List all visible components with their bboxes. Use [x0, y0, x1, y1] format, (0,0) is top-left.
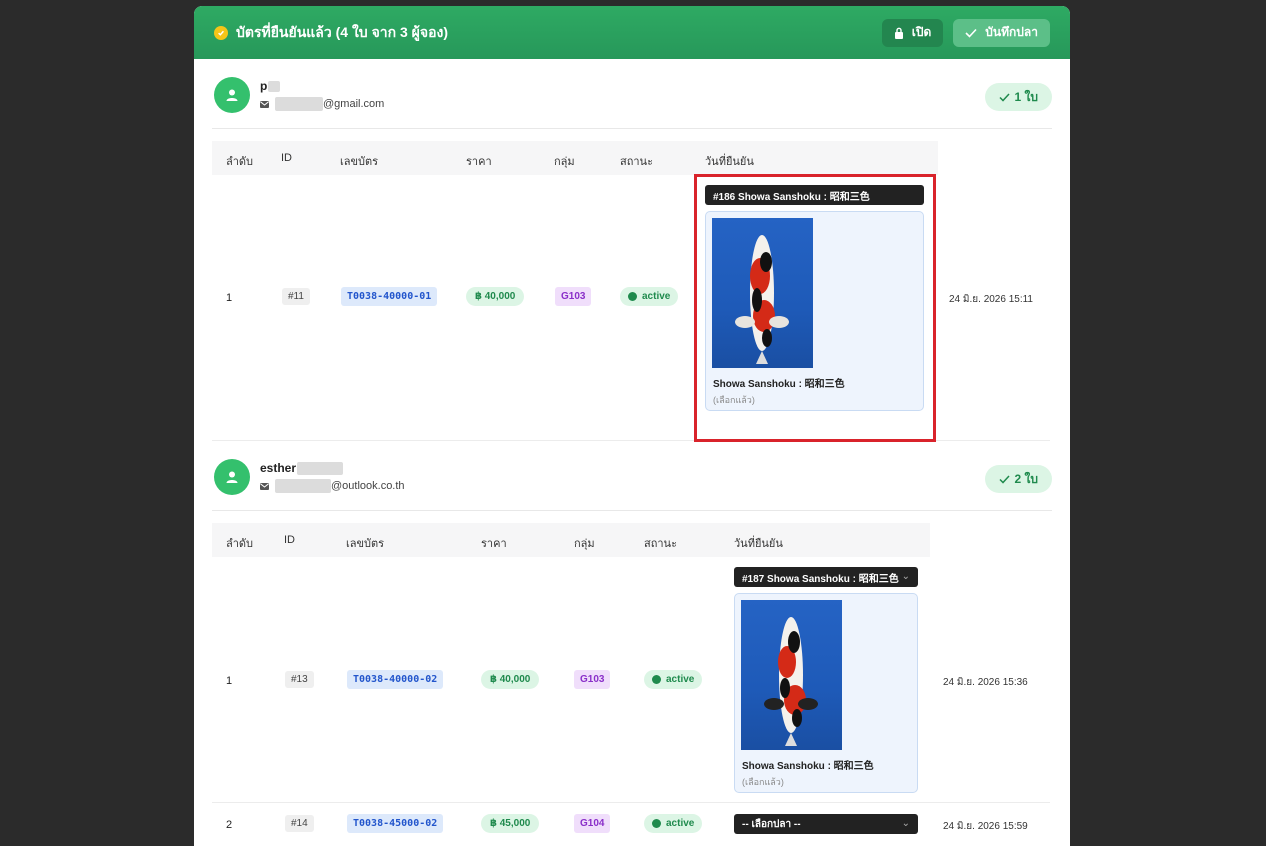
ticket-id: #14 — [285, 815, 314, 832]
fish-select[interactable]: #187 Showa Sanshoku : 昭和三色 ⌄ — [734, 567, 918, 587]
col-date: วันที่ยืนยัน — [734, 538, 783, 550]
check-circle-icon — [214, 25, 228, 40]
ticket-count-badge: 2 ใบ — [984, 465, 1052, 493]
col-no: ลำดับ — [226, 156, 254, 168]
col-group: กลุ่ม — [554, 156, 575, 168]
group-badge: G103 — [574, 670, 611, 689]
save-button-label: บันทึกปลา — [985, 25, 1038, 39]
mail-icon — [260, 482, 269, 490]
col-status: สถานะ — [644, 538, 677, 550]
status-badge: active — [644, 814, 703, 833]
ticket-id: #13 — [285, 671, 314, 688]
group-badge: G104 — [574, 814, 611, 833]
fish-preview-card: Showa Sanshoku : 昭和三色 (เลือกแล้ว) — [734, 593, 918, 793]
panel-header: บัตรที่ยืนยันแล้ว (4 ใบ จาก 3 ผู้จอง) เป… — [194, 6, 1070, 59]
col-card: เลขบัตร — [340, 156, 379, 168]
fish-selected-note: (เลือกแล้ว) — [742, 777, 784, 787]
user-icon — [226, 471, 238, 483]
col-card: เลขบัตร — [346, 538, 385, 550]
user-header: esther @outlook.co.th 2 ใบ — [212, 441, 1052, 511]
highlight-box — [694, 174, 936, 442]
check-icon — [998, 92, 1010, 102]
price-badge: ฿ 40,000 — [481, 670, 540, 689]
user-icon — [226, 89, 238, 101]
table-row: 1 #13 T0038-40000-02 ฿ 40,000 G103 activ… — [212, 557, 1050, 803]
check-icon — [965, 28, 977, 38]
fish-select[interactable]: -- เลือกปลา -- ⌄ — [734, 814, 918, 834]
col-date: วันที่ยืนยัน — [705, 156, 754, 168]
lock-icon — [894, 27, 903, 39]
status-badge: active — [644, 670, 703, 689]
col-no: ลำดับ — [226, 538, 254, 550]
col-status: สถานะ — [620, 156, 653, 168]
confirm-date: 24 มิ.ย. 2026 15:59 — [943, 821, 1028, 832]
card-number: T0038-45000-02 — [347, 814, 444, 833]
table-row: 2 #14 T0038-45000-02 ฿ 45,000 G104 activ… — [212, 803, 1050, 846]
ticket-id: #11 — [282, 288, 310, 305]
col-price: ราคา — [466, 156, 492, 168]
chevron-down-icon: ⌄ — [901, 818, 910, 829]
user-section: esther @outlook.co.th 2 ใบ — [194, 441, 1070, 511]
panel-title: บัตรที่ยืนยันแล้ว (4 ใบ จาก 3 ผู้จอง) — [236, 23, 448, 40]
row-number: 1 — [226, 675, 233, 687]
col-price: ราคา — [481, 538, 507, 550]
user-name: esther — [260, 461, 344, 476]
col-group: กลุ่ม — [574, 538, 595, 550]
fish-name: Showa Sanshoku : 昭和三色 — [742, 761, 874, 772]
user-email: @outlook.co.th — [260, 479, 405, 493]
avatar — [214, 459, 250, 495]
card-number: T0038-40000-01 — [341, 287, 438, 306]
check-icon — [998, 474, 1010, 484]
price-badge: ฿ 40,000 — [466, 287, 525, 306]
col-id: ID — [284, 534, 295, 546]
check-circle-icon — [652, 675, 661, 684]
avatar — [214, 77, 250, 113]
koi-image — [741, 600, 842, 750]
user-section: p @gmail.com 1 ใบ — [194, 59, 1070, 129]
check-circle-icon — [628, 292, 637, 301]
confirm-date: 24 มิ.ย. 2026 15:36 — [943, 677, 1028, 688]
user-name: p — [260, 79, 281, 93]
save-fish-button[interactable]: บันทึกปลา — [953, 18, 1050, 47]
check-circle-icon — [652, 819, 661, 828]
price-badge: ฿ 45,000 — [481, 814, 540, 833]
group-badge: G103 — [555, 287, 592, 306]
row-number: 1 — [226, 292, 233, 304]
table-header: ลำดับ ID เลขบัตร ราคา กลุ่ม สถานะ วันที่… — [212, 523, 930, 557]
lock-button-label: เปิด — [911, 25, 932, 39]
table-header: ลำดับ ID เลขบัตร ราคา กลุ่ม สถานะ วันที่… — [212, 141, 938, 175]
user-header: p @gmail.com 1 ใบ — [212, 59, 1052, 129]
confirmed-tickets-panel: บัตรที่ยืนยันแล้ว (4 ใบ จาก 3 ผู้จอง) เป… — [194, 6, 1070, 846]
lock-button[interactable]: เปิด — [881, 18, 944, 47]
mail-icon — [260, 100, 269, 108]
status-badge: active — [620, 287, 679, 306]
chevron-down-icon: ⌄ — [901, 571, 910, 582]
card-number: T0038-40000-02 — [347, 670, 444, 689]
col-id: ID — [281, 152, 292, 164]
confirm-date: 24 มิ.ย. 2026 15:11 — [949, 294, 1033, 305]
ticket-count-badge: 1 ใบ — [984, 83, 1052, 111]
row-number: 2 — [226, 819, 233, 831]
user-email: @gmail.com — [260, 97, 384, 111]
